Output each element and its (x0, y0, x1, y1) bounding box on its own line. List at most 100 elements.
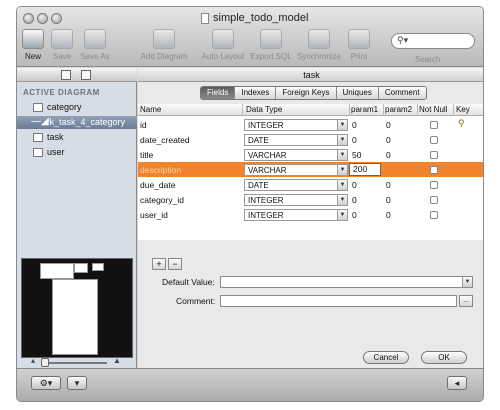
close-window-button[interactable] (23, 13, 34, 24)
tab-fields[interactable]: Fields (201, 87, 236, 99)
field-name[interactable]: id (140, 120, 147, 130)
comment-field[interactable] (220, 295, 457, 307)
column-header-param2[interactable]: param2 (385, 105, 412, 114)
field-name[interactable]: category_id (140, 195, 184, 205)
dropdown-arrow-icon: ▼ (337, 195, 347, 205)
auto-layout-label: Auto Layout (201, 52, 245, 61)
param1-cell[interactable]: 0 (352, 195, 357, 205)
param1-cell[interactable]: 0 (352, 210, 357, 220)
minimap-table (40, 263, 74, 279)
param2-cell[interactable]: 0 (386, 180, 391, 190)
param1-cell[interactable]: 0 (352, 180, 357, 190)
data-type-select[interactable]: DATE ▼ (244, 179, 348, 191)
param2-cell[interactable]: 0 (386, 150, 391, 160)
comment-edit-button[interactable]: ... (459, 295, 473, 307)
sidebar-tab-document-icon[interactable] (61, 70, 71, 80)
column-header-key[interactable]: Key (456, 105, 470, 114)
param2-cell[interactable]: 0 (386, 135, 391, 145)
column-header-not-null[interactable]: Not Null (419, 105, 447, 114)
add-diagram-button[interactable]: Add Diagram (138, 29, 190, 61)
save-as-icon (84, 29, 106, 49)
not-null-checkbox[interactable] (430, 196, 438, 204)
sidebar-tab-copy-icon[interactable] (81, 70, 91, 80)
not-null-checkbox[interactable] (430, 121, 438, 129)
dropdown-arrow-icon: ▼ (462, 277, 472, 287)
remove-field-button[interactable]: − (168, 258, 182, 270)
diagram-minimap[interactable] (21, 258, 133, 358)
dropdown-arrow-icon: ▼ (337, 165, 347, 175)
not-null-checkbox[interactable] (430, 166, 438, 174)
data-type-select[interactable]: VARCHAR ▼ (244, 164, 348, 176)
param1-cell[interactable]: 50 (352, 150, 361, 160)
primary-key-icon[interactable]: ⚲ (458, 118, 465, 129)
toggle-sidebar-button[interactable]: ◂ (447, 376, 467, 390)
field-name[interactable]: user_id (140, 210, 168, 220)
print-button[interactable]: Print (333, 29, 385, 61)
not-null-checkbox[interactable] (430, 211, 438, 219)
zoom-out-icon[interactable]: ▴ (31, 356, 35, 365)
data-type-value: DATE (248, 181, 269, 190)
param2-cell[interactable]: 0 (386, 195, 391, 205)
auto-layout-button[interactable]: Auto Layout (197, 29, 249, 61)
table-row[interactable]: category_id INTEGER ▼ 0 0 (138, 192, 483, 207)
table-row-selected[interactable]: description VARCHAR ▼ 200 (138, 162, 483, 177)
gear-menu-button[interactable]: ⚙▾ (31, 376, 61, 390)
dropdown-arrow-icon: ▼ (337, 180, 347, 190)
sidebar-item-category[interactable]: category (17, 101, 137, 114)
sidebar-item-label: task (47, 132, 64, 142)
add-diagram-label: Add Diagram (140, 52, 188, 61)
table-icon (33, 133, 43, 142)
tab-indexes[interactable]: Indexes (235, 87, 277, 99)
param1-cell[interactable]: 0 (352, 120, 357, 130)
not-null-checkbox[interactable] (430, 151, 438, 159)
minimap-table (74, 263, 88, 273)
auto-layout-icon (212, 29, 234, 49)
add-field-button[interactable]: + (152, 258, 166, 270)
param2-cell[interactable]: 0 (386, 120, 391, 130)
zoom-slider-knob[interactable] (41, 358, 49, 367)
data-type-select[interactable]: DATE ▼ (244, 134, 348, 146)
table-row[interactable]: title VARCHAR ▼ 50 0 (138, 147, 483, 162)
sidebar-item-fk-task-4-category[interactable]: —◢ fk_task_4_category (17, 116, 137, 129)
table-row[interactable]: due_date DATE ▼ 0 0 (138, 177, 483, 192)
param1-cell[interactable]: 0 (352, 135, 357, 145)
zoom-in-icon[interactable]: ▲ (113, 356, 121, 365)
zoom-window-button[interactable] (51, 13, 62, 24)
sidebar-item-user[interactable]: user (17, 146, 137, 159)
tab-uniques[interactable]: Uniques (336, 87, 379, 99)
cancel-button[interactable]: Cancel (363, 351, 409, 364)
table-row[interactable]: date_created DATE ▼ 0 0 (138, 132, 483, 147)
data-type-select[interactable]: INTEGER ▼ (244, 209, 348, 221)
not-null-checkbox[interactable] (430, 181, 438, 189)
column-header-param1[interactable]: param1 (351, 105, 378, 114)
column-header-data-type[interactable]: Data Type (246, 105, 282, 114)
not-null-checkbox[interactable] (430, 136, 438, 144)
field-name[interactable]: due_date (140, 180, 175, 190)
param1-editor[interactable]: 200 (349, 163, 381, 176)
data-type-select[interactable]: VARCHAR ▼ (244, 149, 348, 161)
minimap-table (52, 279, 98, 355)
field-name[interactable]: description (140, 165, 181, 175)
tab-foreign-keys[interactable]: Foreign Keys (276, 87, 337, 99)
sidebar-item-task[interactable]: task (17, 131, 137, 144)
table-row[interactable]: user_id INTEGER ▼ 0 0 (138, 207, 483, 222)
data-type-value: INTEGER (248, 211, 284, 220)
save-as-label: Save As (80, 52, 110, 61)
watermark: @稀土掘金技术社区 (370, 393, 443, 402)
search-input[interactable]: ⚲▾ (391, 33, 475, 49)
field-name[interactable]: date_created (140, 135, 190, 145)
table-row[interactable]: id INTEGER ▼ 0 0 ⚲ (138, 117, 483, 132)
default-value-select[interactable]: ▼ (220, 276, 473, 288)
zoom-slider[interactable] (43, 362, 107, 364)
data-type-select[interactable]: INTEGER ▼ (244, 194, 348, 206)
column-header-name[interactable]: Name (140, 105, 161, 114)
export-sql-button[interactable]: Export SQL (245, 29, 297, 61)
ok-button[interactable]: OK (421, 351, 467, 364)
collapse-button[interactable]: ▾ (67, 376, 87, 390)
field-name[interactable]: title (140, 150, 153, 160)
param2-cell[interactable]: 0 (386, 210, 391, 220)
data-type-select[interactable]: INTEGER ▼ (244, 119, 348, 131)
tab-comment[interactable]: Comment (378, 87, 426, 99)
minimize-window-button[interactable] (37, 13, 48, 24)
save-as-button[interactable]: Save As (69, 29, 121, 61)
